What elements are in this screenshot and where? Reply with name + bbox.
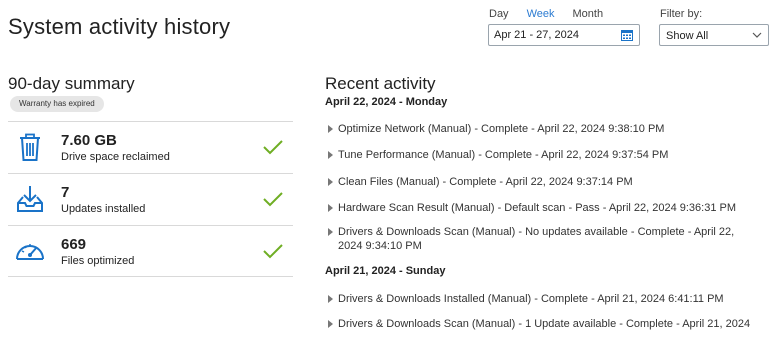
expand-arrow-icon[interactable]	[328, 295, 333, 303]
day-heading: April 21, 2024 - Sunday	[325, 265, 446, 277]
checkmark-icon	[263, 140, 283, 155]
activity-text: Optimize Network (Manual) - Complete - A…	[338, 123, 665, 135]
day-heading: April 22, 2024 - Monday	[325, 96, 448, 108]
range-tabs: Day Week Month	[489, 8, 621, 20]
summary-list: 7.60 GB Drive space reclaimed 7 Updates …	[8, 121, 293, 277]
expand-arrow-icon[interactable]	[328, 151, 333, 159]
drive-space-value: 7.60 GB	[61, 132, 117, 149]
expand-arrow-icon[interactable]	[328, 204, 333, 212]
tab-month[interactable]: Month	[572, 8, 603, 20]
warranty-badge: Warranty has expired	[10, 96, 104, 112]
activity-item[interactable]: Tune Performance (Manual) - Complete - A…	[328, 148, 768, 162]
activity-text: Hardware Scan Result (Manual) - Default …	[338, 202, 737, 214]
updates-label: Updates installed	[61, 203, 146, 215]
date-range-picker[interactable]: Apr 21 - 27, 2024	[488, 24, 640, 46]
activity-text: Clean Files (Manual) - Complete - April …	[338, 176, 633, 188]
expand-arrow-icon[interactable]	[328, 125, 333, 133]
updates-value: 7	[61, 184, 70, 201]
activity-item[interactable]: Hardware Scan Result (Manual) - Default …	[328, 201, 768, 215]
expand-arrow-icon[interactable]	[328, 320, 333, 328]
summary-row-updates: 7 Updates installed	[8, 173, 293, 225]
recent-activity-title: Recent activity	[325, 74, 436, 93]
tab-week[interactable]: Week	[527, 8, 555, 20]
activity-text: Drivers & Downloads Scan (Manual) - 1 Up…	[338, 318, 751, 330]
calendar-icon[interactable]	[621, 29, 633, 41]
checkmark-icon	[263, 244, 283, 259]
activity-item[interactable]: Drivers & Downloads Scan (Manual) - No u…	[328, 225, 748, 253]
summary-title: 90-day summary	[8, 74, 135, 93]
chevron-down-icon	[752, 32, 762, 38]
activity-item[interactable]: Drivers & Downloads Installed (Manual) -…	[328, 292, 768, 306]
trash-icon	[20, 133, 40, 161]
activity-item[interactable]: Clean Files (Manual) - Complete - April …	[328, 175, 768, 189]
tab-day[interactable]: Day	[489, 8, 509, 20]
filter-value: Show All	[666, 30, 709, 42]
speedometer-icon	[16, 244, 44, 260]
date-range-value: Apr 21 - 27, 2024	[494, 29, 580, 41]
checkmark-icon	[263, 192, 283, 207]
expand-arrow-icon[interactable]	[328, 178, 333, 186]
activity-item[interactable]: Drivers & Downloads Scan (Manual) - 1 Up…	[328, 317, 768, 331]
filter-select[interactable]: Show All	[659, 24, 769, 46]
files-value: 669	[61, 236, 87, 253]
drive-space-label: Drive space reclaimed	[61, 151, 170, 163]
activity-text: Drivers & Downloads Installed (Manual) -…	[338, 293, 724, 305]
summary-row-files: 669 Files optimized	[8, 225, 293, 277]
filter-label: Filter by:	[660, 8, 703, 20]
expand-arrow-icon[interactable]	[328, 228, 333, 236]
files-label: Files optimized	[61, 255, 135, 267]
activity-text: Drivers & Downloads Scan (Manual) - No u…	[338, 226, 735, 252]
page-title: System activity history	[8, 14, 231, 39]
summary-row-drive-space: 7.60 GB Drive space reclaimed	[8, 121, 293, 173]
download-tray-icon	[17, 186, 43, 212]
activity-item[interactable]: Optimize Network (Manual) - Complete - A…	[328, 122, 768, 136]
activity-text: Tune Performance (Manual) - Complete - A…	[338, 149, 669, 161]
